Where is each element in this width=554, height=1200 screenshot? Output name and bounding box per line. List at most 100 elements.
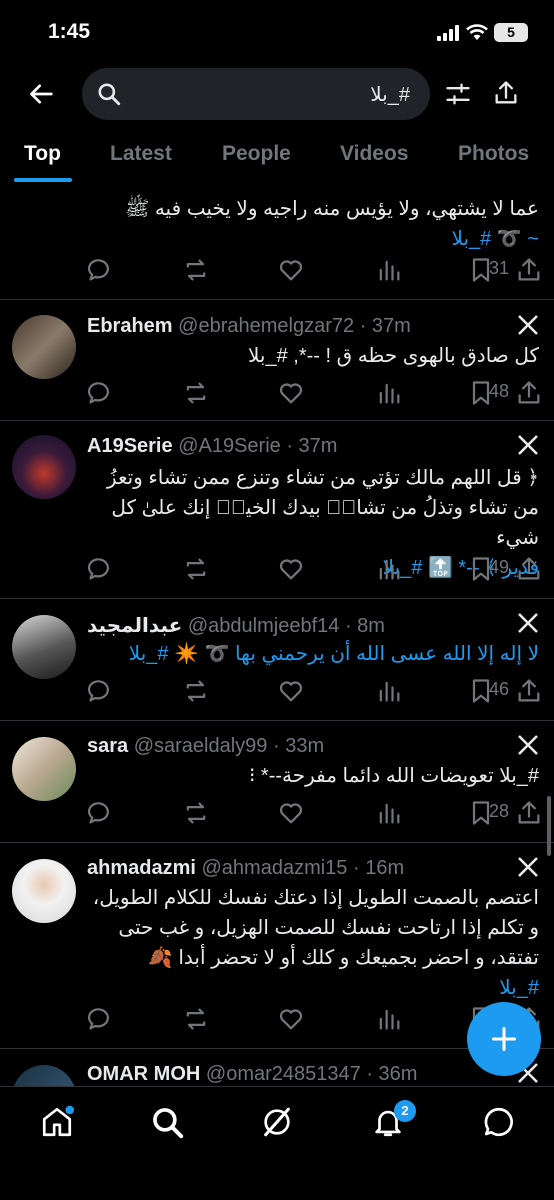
retweet-icon[interactable] xyxy=(182,799,210,827)
views-icon[interactable] xyxy=(375,799,403,827)
reply-icon[interactable] xyxy=(87,799,115,827)
like-icon[interactable] xyxy=(277,1005,305,1033)
avatar[interactable] xyxy=(12,435,76,499)
tweet[interactable]: عما لا يشتهي، ولا يؤيس منه راجيه ولا يخي… xyxy=(0,184,554,300)
compose-post-button[interactable] xyxy=(467,1002,541,1076)
x-logo-icon xyxy=(518,315,538,335)
tweet-text: لا إله إلا الله عسى الله أن يرحمني بها ➰… xyxy=(128,643,539,665)
share-icon[interactable] xyxy=(515,256,543,284)
author-handle: @omar24851347 xyxy=(205,1063,361,1085)
views-count: 46 xyxy=(489,679,510,699)
active-tab-indicator xyxy=(14,178,72,182)
tab-top[interactable]: Top xyxy=(24,142,61,166)
author-name[interactable]: ahmadazmi xyxy=(87,857,196,879)
messages-chat-icon[interactable] xyxy=(482,1105,516,1139)
author-name[interactable]: A19Serie xyxy=(87,435,173,457)
signal-icon xyxy=(437,25,459,41)
views-icon[interactable] xyxy=(375,1005,403,1033)
tab-people[interactable]: People xyxy=(222,142,291,166)
retweet-icon[interactable] xyxy=(182,555,210,583)
home-icon[interactable] xyxy=(40,1105,74,1139)
search-icon xyxy=(98,83,121,106)
notifications-badge: 2 xyxy=(394,1100,416,1122)
tweet-header: OMAR MOH @omar24851347 · 36m xyxy=(87,1063,417,1086)
like-icon[interactable] xyxy=(277,555,305,583)
like-icon[interactable] xyxy=(277,799,305,827)
tweet-header: عبدالمجيد @abdulmjeebf14 · 8m xyxy=(87,613,385,638)
tweet-header: Ebrahem @ebrahemelgzar72 · 37m xyxy=(87,315,411,338)
battery-level: 5 xyxy=(507,24,515,40)
filter-sliders-icon[interactable] xyxy=(444,80,472,108)
avatar[interactable] xyxy=(12,737,76,801)
tweet[interactable]: ahmadazmi @ahmadazmi15 · 16m اعتصم بالصم… xyxy=(0,843,554,1049)
retweet-icon[interactable] xyxy=(182,379,210,407)
author-name[interactable]: OMAR MOH xyxy=(87,1063,200,1085)
retweet-icon[interactable] xyxy=(182,1005,210,1033)
like-icon[interactable] xyxy=(277,256,305,284)
back-arrow-icon[interactable] xyxy=(28,80,56,108)
search-tabs: Top Latest People Videos Photos xyxy=(0,130,554,182)
tweet-header: ahmadazmi @ahmadazmi15 · 16m xyxy=(87,857,404,880)
retweet-icon[interactable] xyxy=(182,677,210,705)
share-icon[interactable] xyxy=(515,677,543,705)
tweet-text: عما لا يشتهي، ولا يؤيس منه راجيه ولا يخي… xyxy=(125,198,539,250)
author-name[interactable]: sara xyxy=(87,735,128,757)
like-icon[interactable] xyxy=(277,677,305,705)
tweet-time: · 37m xyxy=(286,435,338,457)
tweet[interactable]: A19Serie @A19Serie · 37m ﴿ قل اللهم مالك… xyxy=(0,421,554,599)
x-logo-icon xyxy=(518,735,538,755)
avatar[interactable] xyxy=(12,315,76,379)
plus-icon xyxy=(491,1026,517,1052)
share-icon[interactable] xyxy=(515,379,543,407)
reply-icon[interactable] xyxy=(87,555,115,583)
x-logo-icon xyxy=(518,857,538,877)
author-handle: @ebrahemelgzar72 xyxy=(178,315,355,337)
status-bar: 1:45 5 xyxy=(0,0,554,64)
tweet[interactable]: عبدالمجيد @abdulmjeebf14 · 8m لا إله إلا… xyxy=(0,599,554,721)
tweet-text: كل صادق بالهوى حظه ق ! --*, #_بلا xyxy=(248,345,539,367)
tweet-time: · 8m xyxy=(344,615,385,637)
tab-latest[interactable]: Latest xyxy=(110,142,172,166)
avatar[interactable] xyxy=(12,1065,76,1086)
tweet-time: · 37m xyxy=(359,315,411,337)
reply-icon[interactable] xyxy=(87,677,115,705)
reply-icon[interactable] xyxy=(87,1005,115,1033)
tweet-text: اعتصم بالصمت الطويل إذا دعتك نفسك للكلام… xyxy=(92,887,539,999)
views-icon[interactable] xyxy=(375,379,403,407)
tweet-actions: 28 xyxy=(87,799,547,827)
explore-search-icon[interactable] xyxy=(150,1105,184,1139)
reply-icon[interactable] xyxy=(87,379,115,407)
tweet-header: sara @saraeldaly99 · 33m xyxy=(87,735,324,758)
like-icon[interactable] xyxy=(277,379,305,407)
author-name[interactable]: Ebrahem xyxy=(87,315,173,337)
views-icon[interactable] xyxy=(375,256,403,284)
avatar[interactable] xyxy=(12,615,76,679)
search-results-feed: عما لا يشتهي، ولا يؤيس منه راجيه ولا يخي… xyxy=(0,184,554,1086)
share-icon[interactable] xyxy=(515,799,543,827)
reply-icon[interactable] xyxy=(87,256,115,284)
share-icon[interactable] xyxy=(515,555,543,583)
scrollbar[interactable] xyxy=(547,796,551,856)
status-time: 1:45 xyxy=(48,20,91,43)
search-input[interactable]: #_بلا xyxy=(82,68,430,120)
tweet-actions: 49 xyxy=(87,555,547,583)
tab-videos[interactable]: Videos xyxy=(340,142,408,166)
avatar[interactable] xyxy=(12,859,76,923)
author-name[interactable]: عبدالمجيد xyxy=(87,615,182,637)
views-count: 48 xyxy=(489,381,510,401)
views-icon[interactable] xyxy=(375,555,403,583)
tab-photos[interactable]: Photos xyxy=(458,142,529,166)
author-handle: @A19Serie xyxy=(178,435,281,457)
tweet[interactable]: sara @saraeldaly99 · 33m #_بلا تعويضات ا… xyxy=(0,721,554,843)
x-logo-icon xyxy=(518,613,538,633)
tweet-text: #_بلا تعويضات الله دائما مفرحة--* ⁝ xyxy=(249,765,539,787)
retweet-icon[interactable] xyxy=(182,256,210,284)
wifi-icon xyxy=(466,24,488,40)
tweet[interactable]: Ebrahem @ebrahemelgzar72 · 37m كل صادق ب… xyxy=(0,299,554,421)
tweet-actions: 46 xyxy=(87,677,547,705)
views-icon[interactable] xyxy=(375,677,403,705)
share-upload-icon[interactable] xyxy=(492,79,520,107)
views-count: 31 xyxy=(489,258,510,278)
grok-slash-icon[interactable] xyxy=(260,1105,294,1139)
author-handle: @ahmadazmi15 xyxy=(201,857,348,879)
